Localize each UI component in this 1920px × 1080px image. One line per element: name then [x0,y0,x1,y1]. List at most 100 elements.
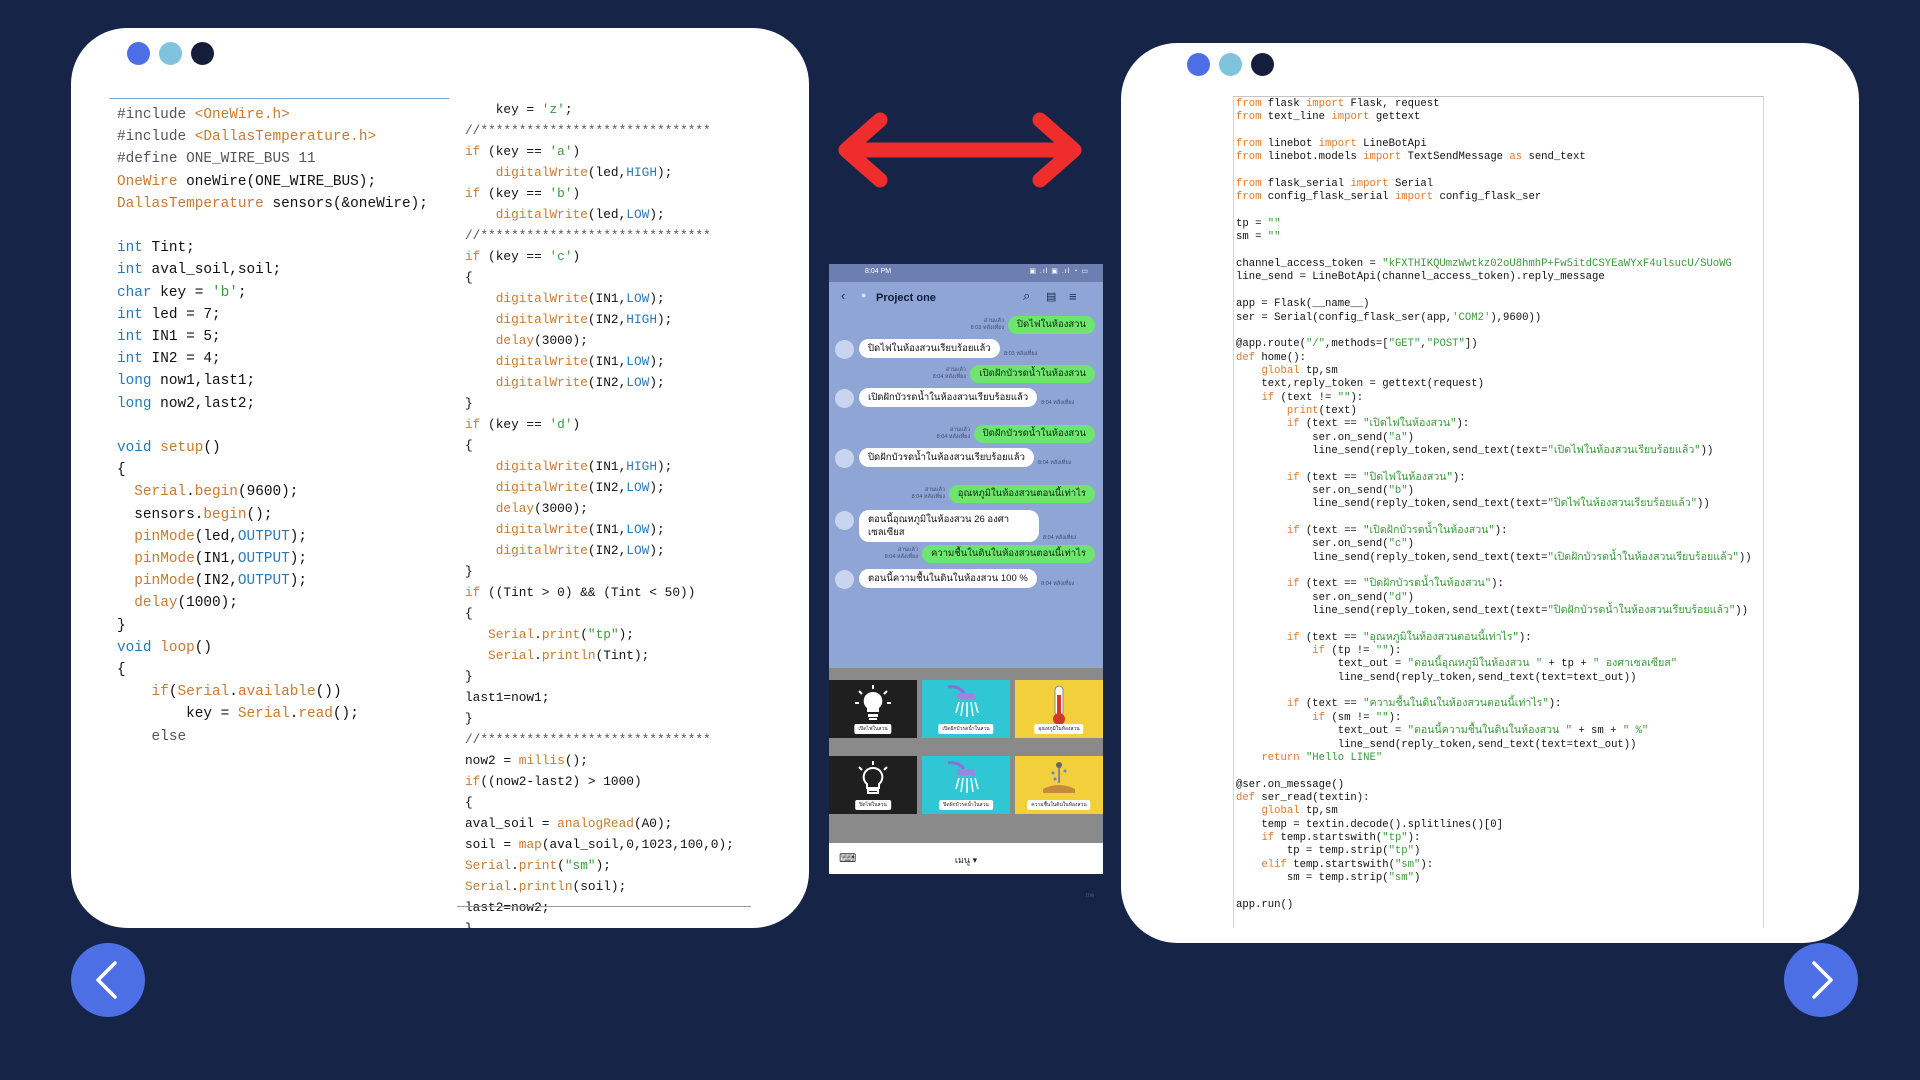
notes-icon[interactable]: ▤ [1046,290,1056,303]
rich-menu-tile-label: เปิดฝักบัวรดน้ำในสวน [938,724,994,734]
code-token: { [465,795,473,810]
code-token: (); [564,753,588,768]
code-token: ; [237,284,247,301]
code-token: (IN2, [587,312,627,327]
code-token: (led, [587,207,627,222]
code-line: sm = "" [1236,231,1752,244]
code-token: println [518,879,573,894]
back-icon[interactable]: ‹ [841,288,845,303]
code-token: (aval_soil,0,1023,100,0); [541,837,734,852]
code-line: if (text == "ปิดไฟในห้องสวน"): [1236,472,1752,485]
bot-avatar[interactable] [835,570,854,589]
bot-avatar[interactable] [835,449,854,468]
menu-icon[interactable]: ≡ [1069,289,1077,304]
incoming-message[interactable]: ตอนนี้ความชื้นในดินในห้องสวน 100 % [859,569,1037,588]
bot-avatar[interactable] [835,511,854,530]
bot-avatar[interactable] [835,389,854,408]
code-token: (3000); [534,501,588,516]
code-token: if [1286,698,1300,711]
window-dot-dark [1251,53,1274,76]
code-token: from [1236,98,1262,110]
code-token: Flask, request [1344,98,1440,110]
code-line: } [465,918,734,928]
search-icon[interactable]: ⌕ [1023,288,1030,304]
outgoing-message[interactable]: เปิดฝักบัวรดน้ำในห้องสวน [970,365,1095,383]
incoming-message[interactable]: เปิดฝักบัวรดน้ำในห้องสวนเรียบร้อยแล้ว [859,388,1038,407]
code-top-rule [1233,96,1763,97]
rich-menu-tile[interactable]: ความชื้นในดินในห้องสวน [1015,756,1103,814]
code-token: gettext [1369,111,1421,124]
rich-menu-tile[interactable]: ปิดฝักบัวรดน้ำในสวน [922,756,1010,814]
code-token: sensors(&oneWire); [263,195,428,212]
code-token: " องศาเซลเซียส" [1593,658,1678,671]
incoming-message[interactable]: ตอนนี้อุณหภูมิในห้องสวน 26 องศาเซลเซียส [859,510,1039,542]
code-line: digitalWrite(led,HIGH); [465,162,734,183]
code-token: )) [1738,551,1752,564]
outgoing-message[interactable]: ความชื้นในดินในห้องสวนตอนนี้เท่าไร [922,545,1095,563]
outgoing-message[interactable]: ปิดฝักบัวรดน้ำในห้องสวน [973,425,1095,443]
rich-menu-toggle[interactable]: เมนู ▾ [955,853,977,867]
code-line: //****************************** [465,729,734,750]
outgoing-message[interactable]: ปิดไฟในห้องสวน [1007,316,1095,334]
rich-menu-tile-label: ปิดฝักบัวรดน้ำในสวน [939,800,993,810]
code-line: line_send(reply_token,send_text(text=tex… [1236,739,1752,752]
rich-menu-tile[interactable]: เปิดฝักบัวรดน้ำในสวน [922,680,1010,738]
code-token: home(): [1255,351,1306,364]
code-token: char [117,284,152,301]
code-token: LOW [626,207,650,222]
code-token: . [511,858,519,873]
code-token: tp,sm [1299,805,1338,818]
code-line: { [465,435,734,456]
code-token: if [1286,525,1300,537]
previous-slide-button[interactable] [71,943,145,1017]
code-token: begin [203,506,247,523]
code-token: LOW [626,375,650,390]
code-line: long now2,last2; [117,393,428,415]
incoming-message[interactable]: ปิดฝักบัวรดน้ำในห้องสวนเรียบร้อยแล้ว [859,448,1034,467]
code-line: if (tp != ""): [1236,645,1752,658]
code-token: from [1236,191,1262,204]
code-line: tp = "" [1236,218,1752,231]
code-token: pinMode [134,551,195,568]
outgoing-message[interactable]: อุณหภูมิในห้องสวนตอนนี้เท่าไร [948,485,1095,503]
code-token: ; [564,102,573,117]
code-token: if [1261,831,1275,844]
code-token: "เปิดไฟในห้องสวนเรียบร้อยแล้ว" [1547,444,1701,457]
code-line: int IN1 = 5; [117,326,428,348]
keyboard-icon[interactable]: ⌨ [839,851,856,865]
soil-icon [1037,759,1081,804]
incoming-message[interactable]: ปิดไฟในห้องสวนเรียบร้อยแล้ว [859,339,1000,358]
code-token: flask_serial [1261,178,1351,191]
code-token: Serial [134,484,187,501]
chat-title: Project one [876,292,936,304]
code-token: key = [117,706,238,723]
rich-menu-tile[interactable]: เปิดไฟในสวน [829,680,917,738]
code-token: "sm" [1394,858,1421,871]
next-slide-button[interactable] [1784,943,1858,1017]
code-token: "ปิดไฟในห้องสวน" [1363,471,1453,484]
code-line: } [465,561,734,582]
code-token: //****************************** [465,228,711,243]
code-token: ser_read(textin): [1255,791,1370,804]
code-line: line_send(reply_token,send_text(text=tex… [1236,672,1752,685]
code-token: print [518,858,558,873]
rich-menu-tile[interactable]: ปิดไฟในสวน [829,756,917,814]
code-token: #include [117,107,195,123]
bot-avatar[interactable] [835,340,854,359]
code-line: digitalWrite(IN2,LOW); [465,477,734,498]
code-token: (IN2, [587,480,627,495]
code-token: ): [1420,858,1434,871]
rich-menu-tile[interactable]: อุณหภูมิในห้องสวน [1015,680,1103,738]
